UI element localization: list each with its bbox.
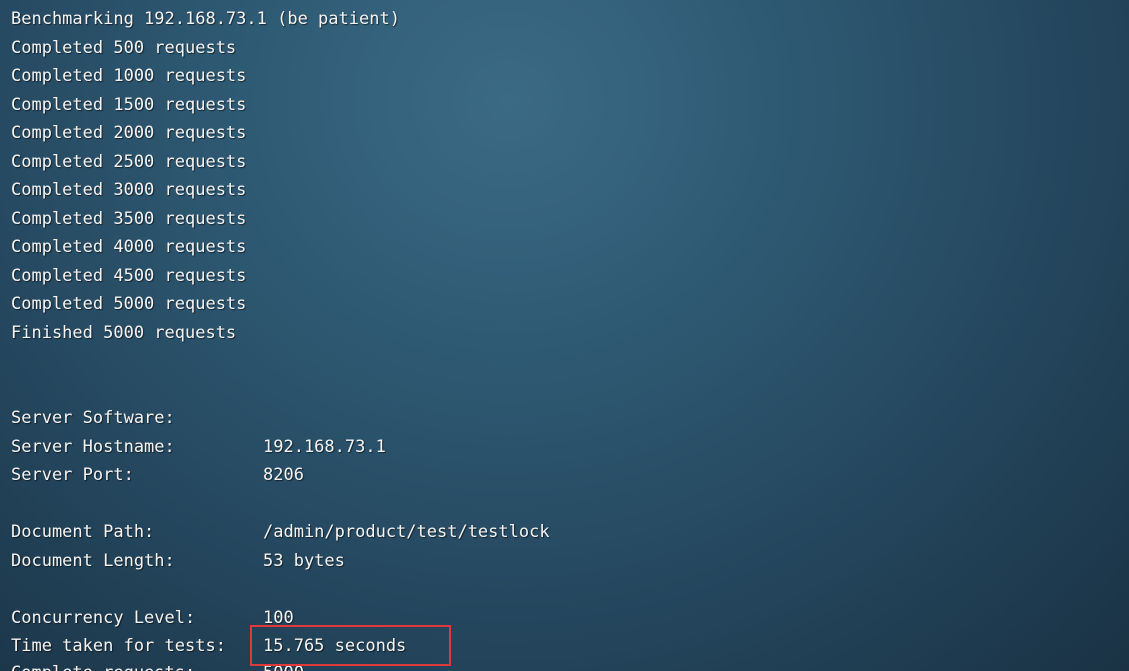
benchmark-header-line: Benchmarking 192.168.73.1 (be patient) (11, 9, 400, 29)
stat-label: Complete requests: (11, 659, 195, 671)
stat-server-hostname: Server Hostname: 192.168.73.1 (11, 433, 386, 461)
progress-line: Completed 1000 requests (11, 66, 247, 86)
stat-time-taken: Time taken for tests: 15.765 seconds (11, 632, 406, 660)
stat-label: Server Port: (11, 465, 134, 485)
progress-line: Completed 3500 requests (11, 209, 247, 229)
stat-concurrency-level: Concurrency Level: 100 (11, 604, 294, 632)
stat-value: 8206 (263, 465, 304, 485)
finished-line: Finished 5000 requests (11, 323, 237, 343)
progress-line: Completed 5000 requests (11, 294, 247, 314)
stat-server-port: Server Port: 8206 (11, 461, 304, 489)
stat-label: Document Path: (11, 522, 155, 542)
stat-document-length: Document Length: 53 bytes (11, 547, 345, 575)
stat-value: 192.168.73.1 (263, 437, 386, 457)
stat-label: Server Software: (11, 408, 175, 428)
highlight-box (250, 625, 451, 666)
stat-value: 53 bytes (263, 551, 345, 571)
stat-label: Server Hostname: (11, 437, 175, 457)
progress-line: Completed 1500 requests (11, 95, 247, 115)
stat-label: Document Length: (11, 551, 175, 571)
progress-line: Completed 3000 requests (11, 180, 247, 200)
stat-label: Time taken for tests: (11, 636, 226, 656)
progress-line: Completed 2000 requests (11, 123, 247, 143)
stat-document-path: Document Path: /admin/product/test/testl… (11, 518, 550, 546)
progress-line: Completed 4500 requests (11, 266, 247, 286)
stat-server-software: Server Software: (11, 404, 175, 432)
progress-line: Completed 2500 requests (11, 152, 247, 172)
stat-label: Concurrency Level: (11, 608, 196, 628)
terminal-output: Benchmarking 192.168.73.1 (be patient) C… (0, 0, 1129, 671)
progress-line: Completed 500 requests (11, 38, 237, 58)
stat-value: /admin/product/test/testlock (263, 522, 550, 542)
stat-complete-requests: Complete requests: 5000 (11, 659, 304, 671)
progress-line: Completed 4000 requests (11, 237, 247, 257)
